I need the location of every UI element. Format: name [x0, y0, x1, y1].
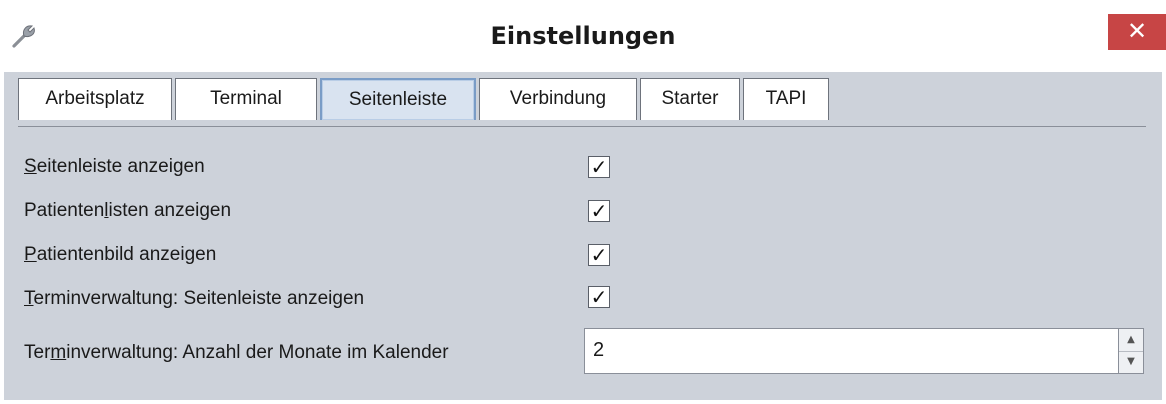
mnemonic-p: P [24, 244, 37, 265]
label-rest: isten anzeigen [108, 200, 232, 221]
tab-seitenleiste[interactable]: Seitenleiste [320, 78, 476, 120]
label-pre: Ter [24, 342, 51, 363]
settings-panel: Arbeitsplatz Terminal Seitenleiste Verbi… [4, 72, 1162, 400]
months-value[interactable]: 2 [593, 339, 604, 362]
tab-terminal[interactable]: Terminal [175, 78, 317, 120]
window-title: Einstellungen [490, 22, 676, 50]
checkbox-terminverwaltung-seitenleiste[interactable]: ✓ [588, 286, 610, 308]
checkbox-patientenlisten[interactable]: ✓ [588, 200, 610, 222]
title-bar[interactable]: Einstellungen ✕ [0, 0, 1166, 72]
label-rest: inverwaltung: Anzahl der Monate im Kalen… [66, 342, 449, 363]
setting-label-anzahl-monate: Terminverwaltung: Anzahl der Monate im K… [24, 342, 449, 364]
setting-label-patientenlisten: Patientenlisten anzeigen [24, 200, 231, 222]
tab-divider [18, 126, 1146, 127]
spinner-down-button[interactable]: ▼ [1119, 351, 1143, 373]
tab-arbeitsplatz[interactable]: Arbeitsplatz [18, 78, 172, 120]
spinner-buttons: ▲ ▼ [1118, 329, 1143, 373]
label-rest: erminverwaltung: Seitenleiste anzeigen [33, 288, 365, 309]
months-spinner[interactable]: 2 ▲ ▼ [584, 328, 1144, 374]
label-pre: Patienten [24, 200, 105, 221]
setting-label-seitenleiste: Seitenleiste anzeigen [24, 156, 205, 178]
tab-tapi[interactable]: TAPI [743, 78, 829, 120]
checkbox-patientenbild[interactable]: ✓ [588, 244, 610, 266]
setting-label-terminverwaltung-seitenleiste: Terminverwaltung: Seitenleiste anzeigen [24, 288, 364, 310]
close-button[interactable]: ✕ [1108, 14, 1166, 50]
mnemonic-t: T [24, 288, 34, 309]
spinner-up-button[interactable]: ▲ [1119, 329, 1143, 352]
tab-starter[interactable]: Starter [640, 78, 740, 120]
checkbox-seitenleiste[interactable]: ✓ [588, 156, 610, 178]
setting-label-patientenbild: Patientenbild anzeigen [24, 244, 216, 266]
tab-verbindung[interactable]: Verbindung [479, 78, 637, 120]
mnemonic-m: m [50, 342, 67, 363]
label-rest: eitenleiste anzeigen [36, 156, 205, 177]
settings-dialog: Einstellungen ✕ Arbeitsplatz Terminal Se… [0, 0, 1166, 404]
label-rest: atientenbild anzeigen [36, 244, 217, 265]
mnemonic-s: S [24, 156, 37, 177]
